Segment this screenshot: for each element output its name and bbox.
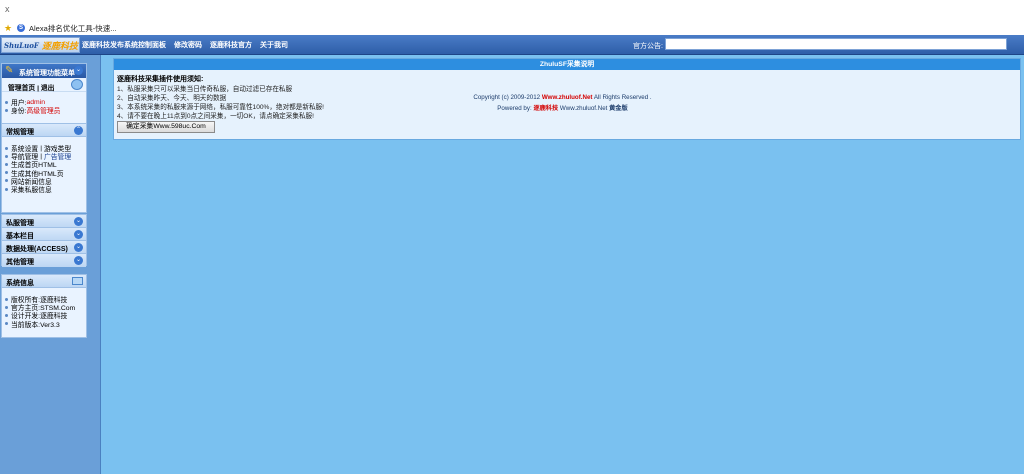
powered-pre: Powered by: xyxy=(497,105,532,112)
menu-title: 系统管理功能菜单 xyxy=(19,70,75,77)
expand-icon[interactable]: ⌄ xyxy=(74,243,83,252)
role-value: 高级管理员 xyxy=(26,108,61,116)
admin-panel: ✎ 系统管理功能菜单 ⌄ 管理首页 | 退出 用户: admin 身份: 高级管… xyxy=(1,63,87,130)
nav-control-panel[interactable]: 逐鹿科技发布系统控制面板 xyxy=(82,40,166,50)
sysinfo-version: 当前版本:Ver3.3 xyxy=(11,321,60,329)
nav-change-password[interactable]: 修改密码 xyxy=(174,40,202,50)
notice-label: 官方公告: xyxy=(633,43,663,50)
list-item: 当前版本:Ver3.3 xyxy=(5,320,86,329)
bullet-icon xyxy=(5,162,8,166)
manage-home-link[interactable]: 管理首页 xyxy=(8,85,35,92)
logo-cn-text: 逐鹿科技 xyxy=(41,41,78,52)
top-navigation-bar: ShuLuoF 逐鹿科技 逐鹿科技发布系统控制面板 修改密码 逐鹿科技官方 关于… xyxy=(0,35,1024,55)
powered-brand-link[interactable]: 逐鹿科技 xyxy=(533,105,558,112)
confirm-collect-button[interactable]: 确定采集Www.598uc.Com xyxy=(117,121,215,133)
bullet-icon xyxy=(5,108,8,112)
powered-edition: 黄金版 xyxy=(609,105,628,112)
copyright-pre: Copyright (c) 2009-2012 xyxy=(473,94,541,101)
menu-collect[interactable]: 采集私服信息 xyxy=(11,184,52,194)
section-common-label: 常规管理 xyxy=(6,129,34,136)
expand-icon[interactable]: ⌄ xyxy=(74,230,83,239)
nav-official-site[interactable]: 逐鹿科技官方 xyxy=(210,40,252,50)
section-sysinfo-label: 系统信息 xyxy=(6,280,34,287)
bullet-icon xyxy=(5,179,8,183)
role-row: 身份: 高级管理员 xyxy=(5,106,86,116)
bullet-icon xyxy=(5,305,8,309)
bullet-icon xyxy=(5,297,8,301)
private-panel: 私服管理 ⌄ xyxy=(1,214,87,228)
section-common[interactable]: 常规管理 ⌃ xyxy=(2,124,86,137)
notice-line: 1、私服采集只可以采集当日传奇私服，自动过滤已存在私服 xyxy=(117,86,293,93)
sysinfo-panel: 系统信息 版权所有:逐鹿科技 官方主页:STSM.Com 设计开发:逐鹿科技 当… xyxy=(1,274,87,338)
panel-title: ZhuluSF采集说明 xyxy=(114,59,1020,70)
key-icon: ✎ xyxy=(5,65,14,76)
powered-site: Www.zhuluof.Net xyxy=(559,105,608,112)
main-content: ZhuluSF采集说明 逐鹿科技采集插件使用须知: 1、私服采集只可以采集当日传… xyxy=(101,55,1024,474)
top-nav-links: 逐鹿科技发布系统控制面板 修改密码 逐鹿科技官方 关于我司 xyxy=(82,40,288,50)
copyright-site-link[interactable]: Www.zhuluof.Net xyxy=(542,94,593,101)
browser-tab[interactable]: ★ S Alexa排名优化工具-快速... xyxy=(0,21,117,35)
nav-about-us[interactable]: 关于我司 xyxy=(260,40,288,50)
section-other-label: 其他管理 xyxy=(6,259,34,266)
favicon-icon: S xyxy=(17,24,25,32)
data-panel: 数据处理(ACCESS) ⌄ xyxy=(1,240,87,254)
browser-chrome: x ★ S Alexa排名优化工具-快速... xyxy=(0,0,1024,35)
powered-line: Powered by: 逐鹿科技 Www.zhuluof.Net 黄金版 xyxy=(101,103,1024,112)
section-other[interactable]: 其他管理 ⌄ xyxy=(2,254,86,267)
bullet-icon xyxy=(5,146,8,150)
section-sysinfo[interactable]: 系统信息 xyxy=(2,275,86,288)
other-panel: 其他管理 ⌄ xyxy=(1,253,87,267)
collapse-icon[interactable]: ⌄ xyxy=(74,66,83,75)
collapse-icon[interactable]: ⌃ xyxy=(74,126,83,135)
logout-link[interactable]: 退出 xyxy=(41,85,55,92)
tab-title[interactable]: Alexa排名优化工具-快速... xyxy=(29,23,117,34)
notice-input[interactable] xyxy=(665,38,1007,50)
role-label: 身份: xyxy=(11,108,27,116)
bullet-icon xyxy=(5,187,8,191)
users-icon xyxy=(71,79,83,90)
sidebar: ✎ 系统管理功能菜单 ⌄ 管理首页 | 退出 用户: admin 身份: 高级管… xyxy=(0,55,101,474)
bullet-icon xyxy=(5,154,8,158)
bullet-icon xyxy=(5,171,8,175)
expand-icon[interactable]: ⌄ xyxy=(74,256,83,265)
site-logo[interactable]: ShuLuoF 逐鹿科技 xyxy=(1,37,80,53)
footer: Copyright (c) 2009-2012 Www.zhuluof.Net … xyxy=(101,94,1024,112)
bullet-icon xyxy=(5,100,8,104)
separator: | xyxy=(37,85,39,92)
bullet-icon xyxy=(5,322,8,326)
copyright-line: Copyright (c) 2009-2012 Www.zhuluof.Net … xyxy=(101,94,1024,103)
list-item: 采集私服信息 xyxy=(5,184,86,194)
close-icon[interactable]: x xyxy=(5,4,10,14)
logo-en-text: ShuLuoF xyxy=(4,40,39,50)
computer-icon xyxy=(72,277,83,285)
basic-panel: 基本栏目 ⌄ xyxy=(1,227,87,241)
star-icon[interactable]: ★ xyxy=(4,23,13,33)
menu-header[interactable]: ✎ 系统管理功能菜单 ⌄ xyxy=(2,64,86,78)
notice-heading: 逐鹿科技采集插件使用须知: xyxy=(117,76,204,83)
expand-icon[interactable]: ⌄ xyxy=(74,217,83,226)
bullet-icon xyxy=(5,313,8,317)
common-panel: 常规管理 ⌃ 系统设置 | 游戏类型 导航管理 | 广告管理 生成首页HTML xyxy=(1,123,87,213)
copyright-post: All Rights Reserved . xyxy=(593,94,652,101)
